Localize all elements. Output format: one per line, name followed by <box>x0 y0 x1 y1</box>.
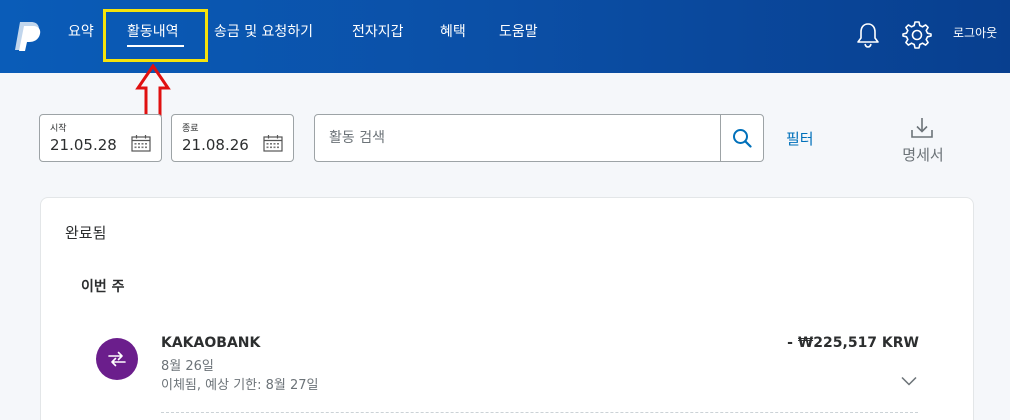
nav-help[interactable]: 도움말 <box>499 22 538 42</box>
calendar-icon[interactable] <box>263 134 283 152</box>
nav-benefits[interactable]: 혜택 <box>440 22 466 42</box>
chevron-down-icon[interactable] <box>901 376 917 386</box>
transaction-date: 8월 26일 <box>161 359 214 374</box>
search-icon <box>733 129 752 148</box>
activity-card: 완료됨 이번 주 KAKAOBANK 8월 26일 이체됨, 예상 기한: 8월… <box>40 197 974 420</box>
start-date-value: 21.05.28 <box>50 136 117 154</box>
download-icon <box>911 118 933 138</box>
settings-gear-icon[interactable] <box>902 20 932 50</box>
activity-search-box <box>314 114 764 162</box>
this-week-group-label: 이번 주 <box>81 279 125 295</box>
end-date-label: 종료 <box>182 124 199 134</box>
start-date-field[interactable]: 시작 21.05.28 <box>39 114 162 162</box>
activity-search-input[interactable] <box>315 115 721 161</box>
transaction-row[interactable]: KAKAOBANK 8월 26일 이체됨, 예상 기한: 8월 27일 - ₩2… <box>96 328 921 414</box>
transaction-name: KAKAOBANK <box>161 335 261 351</box>
transaction-status: 이체됨, 예상 기한: 8월 27일 <box>161 378 319 393</box>
calendar-icon[interactable] <box>131 134 151 152</box>
nav-send-request[interactable]: 송금 및 요청하기 <box>214 22 313 42</box>
end-date-field[interactable]: 종료 21.08.26 <box>171 114 294 162</box>
filter-link[interactable]: 필터 <box>786 128 814 149</box>
end-date-value: 21.08.26 <box>182 136 249 154</box>
statement-download-button[interactable]: 명세서 <box>893 114 953 166</box>
nav-summary[interactable]: 요약 <box>68 22 94 42</box>
start-date-label: 시작 <box>50 124 67 134</box>
transaction-amount: - ₩225,517 KRW <box>787 335 919 351</box>
completed-section-title: 완료됨 <box>65 224 107 242</box>
row-divider <box>161 412 918 413</box>
highlight-annotation-box <box>103 9 208 62</box>
search-button[interactable] <box>720 115 763 161</box>
transaction-avatar <box>96 338 138 380</box>
transfer-arrows-icon <box>108 351 126 367</box>
nav-wallet[interactable]: 전자지갑 <box>352 22 404 42</box>
paypal-logo-icon[interactable] <box>12 20 42 52</box>
notification-bell-icon[interactable] <box>853 20 883 50</box>
statement-label: 명세서 <box>902 146 944 164</box>
logout-link[interactable]: 로그아웃 <box>953 24 997 41</box>
